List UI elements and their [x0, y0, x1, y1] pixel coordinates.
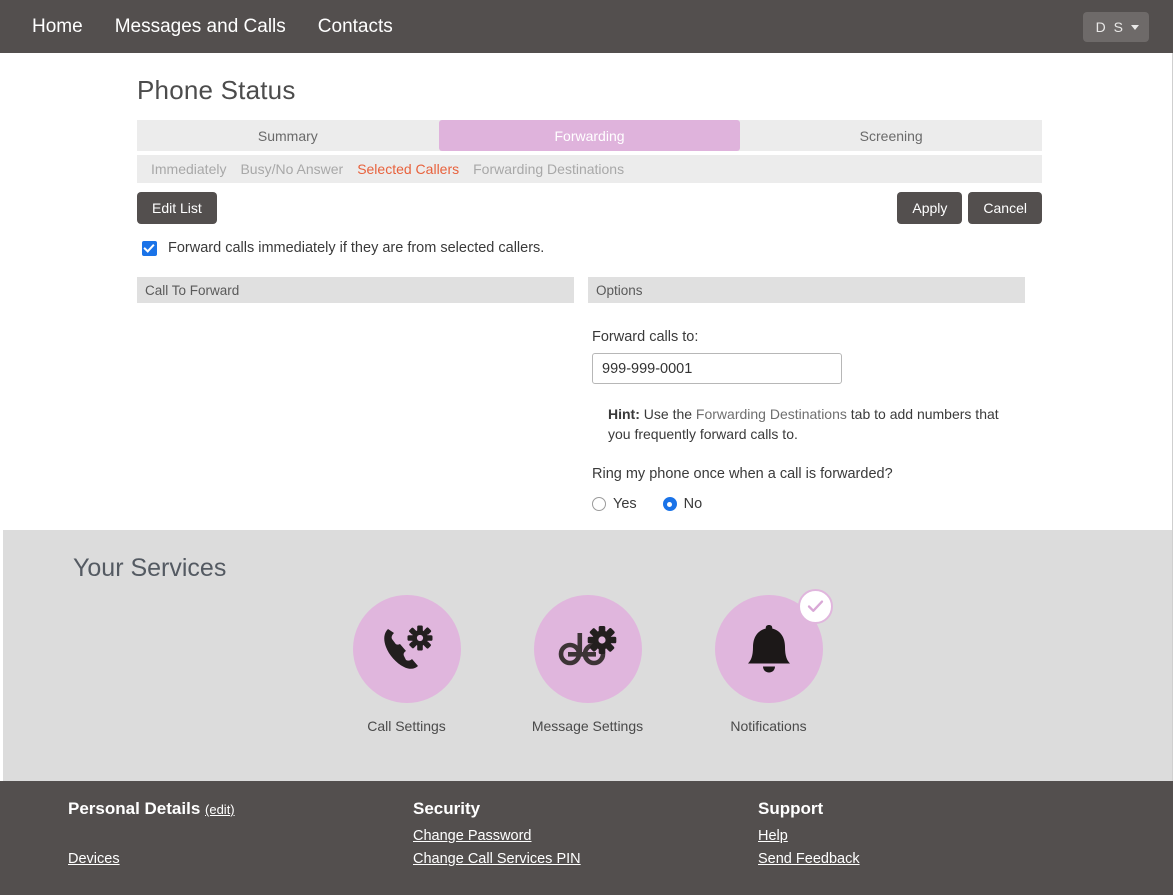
subtab-forwarding-destinations[interactable]: Forwarding Destinations: [466, 161, 631, 177]
user-menu-button[interactable]: D S: [1082, 11, 1149, 42]
footer-link-send-feedback[interactable]: Send Feedback: [758, 851, 860, 867]
footer-column-security: Security Change Password Change Call Ser…: [413, 799, 758, 895]
personal-details-edit-link[interactable]: (edit): [205, 802, 235, 817]
edit-list-button[interactable]: Edit List: [137, 192, 217, 225]
radio-yes-label: Yes: [613, 496, 637, 513]
nav-link-messages-and-calls[interactable]: Messages and Calls: [99, 0, 302, 53]
top-navigation-bar: Home Messages and Calls Contacts D S: [0, 0, 1173, 53]
nav-link-home[interactable]: Home: [16, 0, 99, 53]
radio-no-indicator[interactable]: [662, 497, 677, 512]
main-content-panel: Phone Status Summary Forwarding Screenin…: [0, 53, 1173, 530]
footer-heading-support: Support: [758, 799, 824, 818]
ring-once-radio-group: Yes No: [592, 496, 1021, 512]
footer-column-support: Support Help Send Feedback: [758, 799, 1103, 895]
chevron-down-icon: [1131, 25, 1139, 30]
forward-immediately-checkbox[interactable]: [142, 240, 157, 256]
hint-highlight: Forwarding Destinations: [695, 406, 847, 423]
footer-heading-security: Security: [413, 799, 481, 818]
top-nav-links: Home Messages and Calls Contacts: [16, 0, 409, 53]
nav-link-contacts[interactable]: Contacts: [302, 0, 409, 53]
call-to-forward-header: Call To Forward: [137, 277, 574, 304]
hint-text-before: Use the: [639, 406, 696, 423]
your-services-title: Your Services: [73, 554, 227, 582]
sub-tab-bar: Immediately Busy/No Answer Selected Call…: [137, 155, 1042, 183]
subtab-selected-callers[interactable]: Selected Callers: [350, 161, 466, 177]
radio-no-label: No: [683, 496, 703, 513]
call-settings-circle: [352, 595, 461, 703]
page-footer: Personal Details (edit) Devices Security…: [0, 781, 1173, 895]
apply-button[interactable]: Apply: [897, 192, 963, 225]
footer-heading-personal-details: Personal Details (edit): [68, 799, 413, 819]
phone-gear-icon: [383, 625, 432, 669]
footer-heading-personal-details-text: Personal Details: [68, 799, 201, 818]
voicemail-gear-icon: [558, 626, 616, 666]
hint-prefix: Hint:: [608, 406, 640, 423]
subtab-immediately[interactable]: Immediately: [144, 161, 233, 177]
forward-immediately-label: Forward calls immediately if they are fr…: [168, 240, 545, 257]
user-initials: D S: [1095, 18, 1125, 35]
radio-yes-indicator[interactable]: [592, 497, 606, 512]
tab-summary[interactable]: Summary: [137, 120, 439, 151]
tab-forwarding[interactable]: Forwarding: [438, 120, 741, 151]
panels-container: Call To Forward Options Forward calls to…: [137, 277, 1042, 512]
apply-cancel-group: Apply Cancel: [897, 192, 1042, 225]
ring-once-question: Ring my phone once when a call is forwar…: [592, 466, 893, 483]
forward-calls-to-input[interactable]: [592, 353, 842, 385]
subtab-busy-no-answer[interactable]: Busy/No Answer: [233, 161, 350, 177]
cancel-button[interactable]: Cancel: [968, 192, 1042, 225]
footer-column-personal-details: Personal Details (edit) Devices: [68, 799, 413, 895]
notifications-enabled-badge: [797, 589, 833, 624]
footer-link-devices[interactable]: Devices: [68, 851, 120, 867]
radio-option-no[interactable]: No: [662, 496, 703, 513]
check-icon: [807, 600, 823, 612]
call-to-forward-body: [137, 303, 574, 329]
primary-tab-bar: Summary Forwarding Screening: [137, 120, 1043, 151]
options-panel: Options Forward calls to: Hint: Use the …: [588, 277, 1025, 512]
message-settings-circle: [533, 595, 642, 703]
forward-calls-to-label: Forward calls to:: [592, 329, 699, 346]
footer-spacer: [68, 828, 413, 851]
service-item-message-settings[interactable]: Message Settings: [515, 595, 660, 736]
radio-option-yes[interactable]: Yes: [592, 496, 637, 512]
message-settings-label: Message Settings: [531, 718, 644, 734]
tab-screening[interactable]: Screening: [740, 120, 1043, 151]
notifications-label: Notifications: [730, 718, 807, 734]
service-items-list: Call Settings Message Settings Notificat…: [73, 589, 1172, 736]
forward-immediately-checkbox-row: Forward calls immediately if they are fr…: [137, 240, 1042, 256]
your-services-section: Your Services Call Settings Message Sett…: [0, 530, 1173, 781]
forwarding-hint: Hint: Use the Forwarding Destinations ta…: [592, 404, 1021, 444]
content-wrapper: Phone Status Summary Forwarding Screenin…: [3, 53, 1172, 512]
action-button-row: Edit List Apply Cancel: [137, 192, 1042, 225]
footer-link-change-password[interactable]: Change Password: [413, 828, 532, 844]
footer-link-help[interactable]: Help: [758, 828, 788, 844]
service-item-notifications[interactable]: Notifications: [696, 589, 841, 736]
options-header: Options: [588, 277, 1025, 304]
bell-icon: [747, 625, 790, 673]
page-title: Phone Status: [137, 75, 296, 105]
notifications-circle: [714, 589, 833, 703]
service-item-call-settings[interactable]: Call Settings: [334, 595, 479, 736]
call-settings-label: Call Settings: [367, 718, 446, 734]
footer-link-change-call-services-pin[interactable]: Change Call Services PIN: [413, 851, 581, 867]
options-body: Forward calls to: Hint: Use the Forwardi…: [588, 303, 1025, 512]
call-to-forward-panel: Call To Forward: [137, 277, 574, 512]
